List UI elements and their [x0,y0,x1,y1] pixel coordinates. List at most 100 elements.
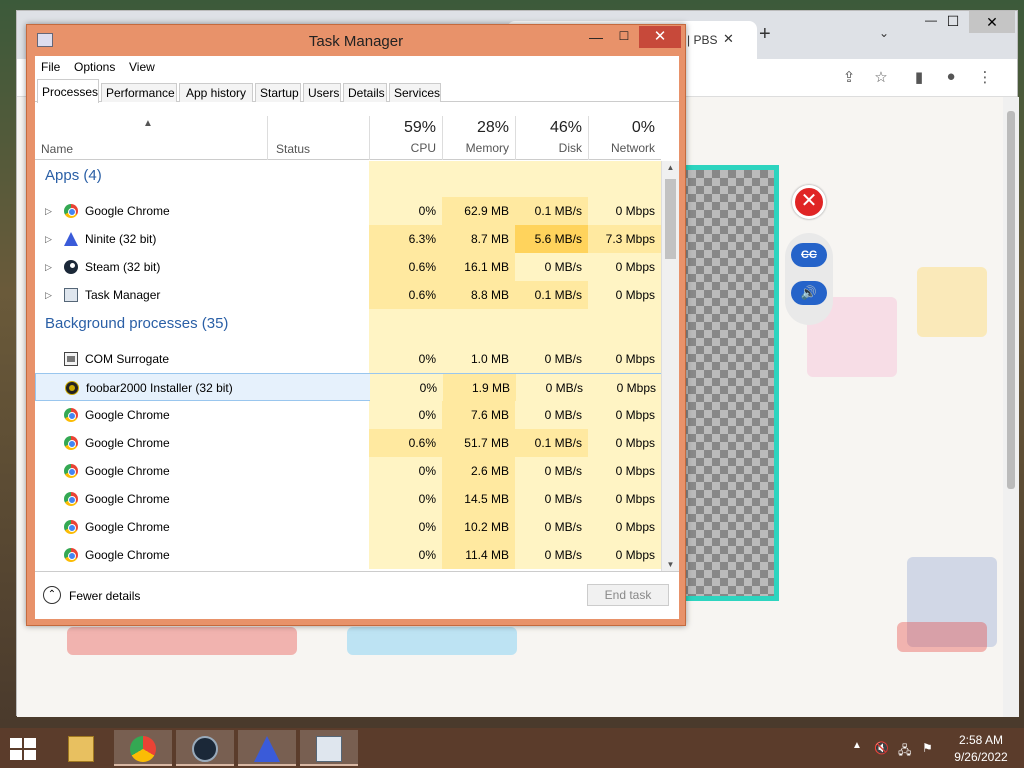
tab-services[interactable]: Services [389,83,441,102]
tab-users[interactable]: Users [303,83,341,102]
action-center-flag-icon[interactable]: ⚑ [922,741,933,755]
column-name[interactable]: Name [41,142,73,156]
tab-app-history[interactable]: App history [179,83,253,102]
column-network[interactable]: 0% Network [588,116,661,160]
closed-captions-button[interactable]: CC [791,243,827,267]
taskbar-task-manager[interactable] [300,730,358,766]
menu-view[interactable]: View [129,60,155,74]
scroll-thumb[interactable] [665,179,676,259]
taskbar-ninite[interactable] [238,730,296,766]
process-memory: 62.9 MB [442,197,515,225]
process-memory: 8.7 MB [442,225,515,253]
expand-chevron-icon[interactable]: ▷ [45,253,52,281]
process-disk: 0 MB/s [515,513,588,541]
process-list: Apps (4) ▷ Google Chrome 0% 62.9 MB 0.1 MB/s 0… [35,161,661,571]
tab-startup[interactable]: Startup [255,83,301,102]
process-cpu: 0.6% [369,429,442,457]
task-manager-titlebar[interactable]: Task Manager — ☐ ✕ [27,25,685,55]
browser-close-button[interactable]: ✕ [969,11,1015,33]
taskbar-file-explorer[interactable] [52,730,110,766]
process-row[interactable]: Google Chrome 0% 14.5 MB 0 MB/s 0 Mbps [35,485,661,513]
heat-cell [442,161,515,197]
browser-tab-close-icon[interactable]: ✕ [723,31,734,47]
process-disk: 5.6 MB/s [515,225,588,253]
task-manager-window: Task Manager — ☐ ✕ File Options View Pro… [26,24,686,626]
taskbar-chrome[interactable] [114,730,172,766]
menu-dots-icon[interactable]: ⋮ [975,68,995,88]
disk-total-pct: 46% [549,119,582,136]
browser-scrollbar[interactable] [1003,97,1019,717]
browser-scroll-thumb[interactable] [1007,111,1015,489]
expand-chevron-icon[interactable]: ▷ [45,225,52,253]
process-row[interactable]: ▷ Steam (32 bit) 0.6% 16.1 MB 0 MB/s 0 Mbps [35,253,661,281]
heat-cell [515,161,588,197]
process-row[interactable]: Google Chrome 0% 2.6 MB 0 MB/s 0 Mbps [35,457,661,485]
close-button[interactable]: ✕ [639,26,681,48]
process-row[interactable]: ▷ Ninite (32 bit) 6.3% 8.7 MB 5.6 MB/s 7.3 Mb… [35,225,661,253]
expand-chevron-icon[interactable]: ▷ [45,197,52,225]
close-game-button[interactable]: ✕ [792,185,826,219]
column-cpu[interactable]: 59% CPU [369,116,442,160]
show-hidden-icons-chevron-icon[interactable]: ▲ [852,740,862,751]
process-row[interactable]: ▷ Google Chrome 0% 62.9 MB 0.1 MB/s 0 Mbps [35,197,661,225]
com-surrogate-icon [64,352,78,366]
process-cpu: 0% [369,485,442,513]
tab-strip: Processes Performance App history Startu… [35,78,679,103]
column-disk[interactable]: 46% Disk [515,116,588,160]
scroll-up-arrow-icon[interactable]: ▲ [662,163,679,172]
new-tab-button[interactable]: + [759,23,771,46]
faded-banner [897,622,987,652]
process-row[interactable]: Google Chrome 0.6% 51.7 MB 0.1 MB/s 0 Mbps [35,429,661,457]
process-row[interactable]: ▷ Task Manager 0.6% 8.8 MB 0.1 MB/s 0 Mbps [35,281,661,309]
process-network: 0 Mbps [588,345,661,373]
clock-time[interactable]: 2:58 AM [946,733,1016,747]
process-network: 0 Mbps [588,253,661,281]
scroll-down-arrow-icon[interactable]: ▼ [662,560,679,569]
minimize-button[interactable]: — [583,29,609,49]
sidepanel-icon[interactable]: ▮ [909,68,929,88]
browser-maximize-button[interactable]: ☐ [937,13,969,33]
tab-search-chevron-icon[interactable]: ⌄ [879,26,889,40]
process-network: 0 Mbps [588,457,661,485]
chevron-up-circle-icon[interactable]: ⌃ [43,586,61,604]
sort-ascending-icon: ▲ [143,118,153,129]
process-row[interactable]: foobar2000 Installer (32 bit) 0% 1.9 MB 0 M… [35,373,661,402]
share-icon[interactable]: ⇪ [839,68,859,88]
column-status-cell[interactable]: Status [267,116,369,160]
profile-icon[interactable]: ● [941,68,961,88]
volume-muted-icon[interactable]: 🔇 [874,741,889,755]
process-memory: 14.5 MB [442,485,515,513]
heat-cell [442,309,515,345]
tab-processes[interactable]: Processes [37,79,99,103]
sound-button[interactable]: 🔊 [791,281,827,305]
tab-details[interactable]: Details [343,83,387,102]
maximize-button[interactable]: ☐ [611,29,637,49]
process-network: 0 Mbps [588,541,661,569]
end-task-button[interactable]: End task [587,584,669,606]
process-list-scrollbar[interactable]: ▲ ▼ [661,161,679,571]
group-title[interactable]: Apps (4) [45,167,102,184]
menu-file[interactable]: File [41,60,60,74]
steam-icon [192,736,218,762]
clock-date[interactable]: 9/26/2022 [946,750,1016,764]
network-icon[interactable]: 🖧 [898,741,911,762]
network-label: Network [610,141,655,155]
process-row[interactable]: Google Chrome 0% 7.6 MB 0 MB/s 0 Mbps [35,401,661,429]
process-network: 0 Mbps [588,281,661,309]
tab-performance[interactable]: Performance [101,83,177,102]
group-title[interactable]: Background processes (35) [45,315,228,332]
expand-chevron-icon[interactable]: ▷ [45,281,52,309]
column-memory[interactable]: 28% Memory [442,116,515,160]
process-memory: 51.7 MB [442,429,515,457]
start-button[interactable] [10,738,36,760]
chrome-icon [64,204,78,218]
process-row[interactable]: COM Surrogate 0% 1.0 MB 0 MB/s 0 Mbps [35,345,661,373]
star-icon[interactable]: ☆ [871,68,891,88]
menu-options[interactable]: Options [74,60,115,74]
process-row[interactable]: Google Chrome 0% 11.4 MB 0 MB/s 0 Mbps [35,541,661,569]
process-row[interactable]: Google Chrome 0% 10.2 MB 0 MB/s 0 Mbps [35,513,661,541]
taskbar-steam[interactable] [176,730,234,766]
process-disk: 0 MB/s [515,345,588,373]
process-cpu: 0% [369,541,442,569]
fewer-details-link[interactable]: Fewer details [69,589,140,603]
